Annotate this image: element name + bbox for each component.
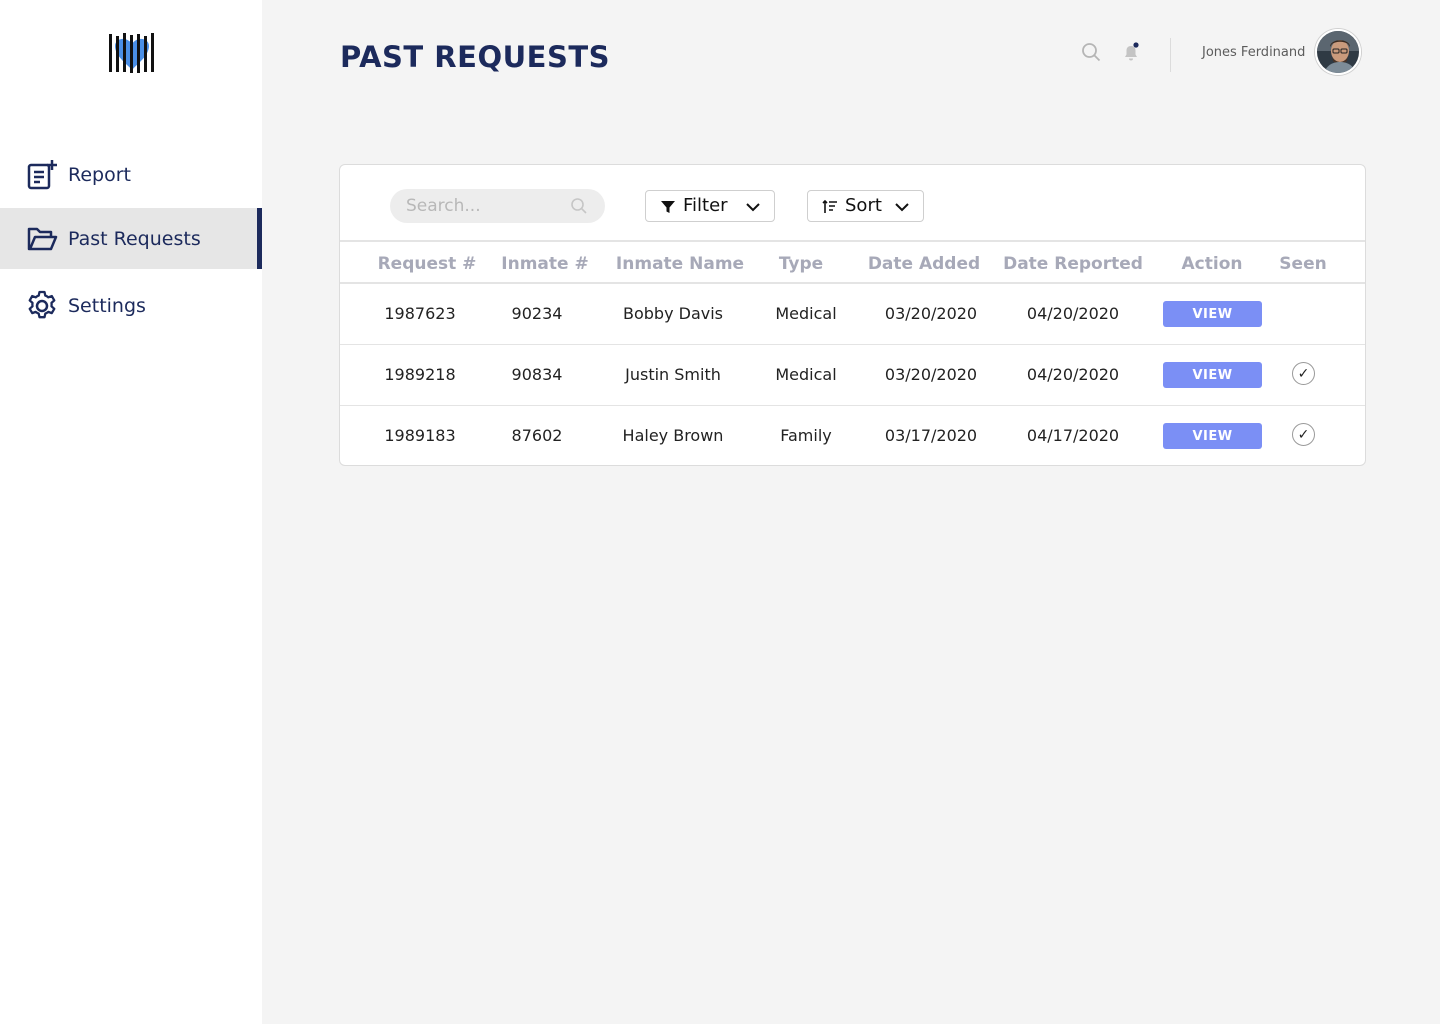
search-icon[interactable]: [570, 197, 588, 215]
avatar[interactable]: [1315, 29, 1361, 75]
cell-inmate-number: 87602: [511, 426, 563, 445]
cell-date-reported: 04/17/2020: [1026, 426, 1120, 445]
cell-inmate-name: Justin Smith: [625, 365, 721, 384]
toolbar: Filter Sort: [340, 165, 1365, 242]
filter-label: Filter: [683, 195, 728, 216]
cell-date-reported: 04/20/2020: [1026, 365, 1120, 384]
requests-card: Filter Sort Request # Inmate # Inmate Na…: [339, 164, 1366, 466]
view-button[interactable]: VIEW: [1163, 301, 1262, 327]
cell-inmate-number: 90234: [511, 304, 563, 323]
cell-request-number: 1987623: [384, 304, 456, 323]
column-header-action: Action: [1181, 254, 1243, 274]
report-add-icon: [27, 159, 57, 189]
column-header-inmate-name[interactable]: Inmate Name: [616, 254, 744, 274]
cell-inmate-name: Haley Brown: [622, 426, 724, 445]
seen-check-icon: ✓: [1292, 362, 1315, 385]
sort-icon: [822, 199, 837, 213]
search-input[interactable]: [406, 194, 566, 218]
cell-inmate-name: Bobby Davis: [622, 304, 724, 323]
folder-open-icon: [27, 227, 58, 250]
filter-dropdown[interactable]: Filter: [645, 190, 775, 222]
view-button[interactable]: VIEW: [1163, 423, 1262, 449]
cell-date-added: 03/20/2020: [884, 365, 978, 384]
column-header-request[interactable]: Request #: [378, 254, 477, 274]
cell-date-added: 03/17/2020: [884, 426, 978, 445]
table-header: Request # Inmate # Inmate Name Type Date…: [340, 242, 1365, 284]
column-header-date-added[interactable]: Date Added: [868, 254, 980, 274]
bell-icon[interactable]: [1121, 42, 1141, 62]
filter-icon: [661, 201, 675, 213]
sidebar-item-label: Past Requests: [68, 227, 201, 250]
sort-label: Sort: [845, 195, 882, 216]
notification-dot: [1133, 42, 1139, 48]
column-header-type[interactable]: Type: [779, 254, 823, 274]
user-name: Jones Ferdinand: [1202, 45, 1306, 60]
sidebar-item-label: Settings: [68, 294, 146, 317]
header-divider: [1170, 38, 1171, 72]
column-header-seen[interactable]: Seen: [1279, 254, 1326, 274]
gear-icon: [28, 290, 56, 318]
avatar-image: [1317, 31, 1359, 73]
logo: [109, 33, 154, 73]
cell-type: Medical: [775, 304, 837, 323]
sidebar-item-settings[interactable]: Settings: [0, 275, 262, 336]
cell-type: Medical: [775, 365, 837, 384]
table-row[interactable]: 1987623 90234 Bobby Davis Medical 03/20/…: [340, 284, 1365, 345]
sidebar: Report Past Requests Settings: [0, 0, 262, 1024]
table-row[interactable]: 1989183 87602 Haley Brown Family 03/17/2…: [340, 406, 1365, 465]
search-icon[interactable]: [1081, 42, 1101, 62]
sidebar-item-report[interactable]: Report: [0, 144, 262, 205]
column-header-date-reported[interactable]: Date Reported: [1003, 254, 1143, 274]
cell-request-number: 1989183: [384, 426, 456, 445]
cell-date-reported: 04/20/2020: [1026, 304, 1120, 323]
sidebar-item-label: Report: [68, 163, 131, 186]
column-header-inmate[interactable]: Inmate #: [501, 254, 588, 274]
page-title: PAST REQUESTS: [340, 40, 611, 74]
cell-inmate-number: 90834: [511, 365, 563, 384]
seen-check-icon: ✓: [1292, 423, 1315, 446]
view-button[interactable]: VIEW: [1163, 362, 1262, 388]
cell-date-added: 03/20/2020: [884, 304, 978, 323]
sidebar-item-past-requests[interactable]: Past Requests: [0, 208, 262, 269]
chevron-down-icon: [746, 203, 760, 212]
chevron-down-icon: [895, 203, 909, 212]
cell-request-number: 1989218: [384, 365, 456, 384]
cell-type: Family: [780, 426, 832, 445]
sort-dropdown[interactable]: Sort: [807, 190, 924, 222]
table-row[interactable]: 1989218 90834 Justin Smith Medical 03/20…: [340, 345, 1365, 406]
search-box[interactable]: [390, 189, 605, 223]
